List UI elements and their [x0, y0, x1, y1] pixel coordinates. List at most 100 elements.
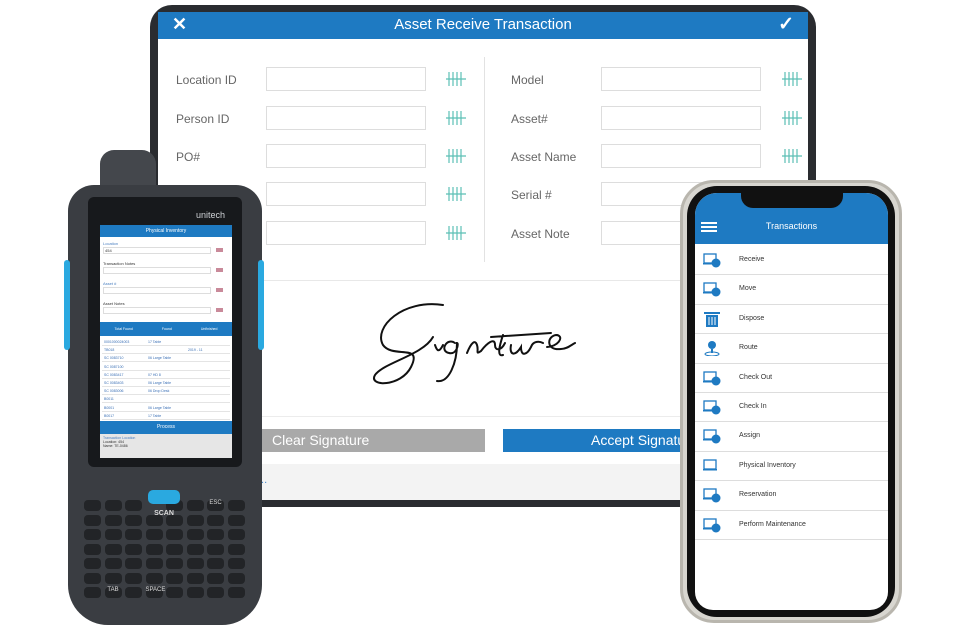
keypad-key[interactable] [104, 500, 122, 511]
barcode-icon[interactable] [782, 149, 802, 163]
keypad-key[interactable] [227, 572, 245, 584]
process-button[interactable]: Process [100, 421, 232, 434]
keypad-key[interactable] [84, 529, 101, 540]
keypad-key[interactable] [104, 558, 122, 569]
keypad-key[interactable] [227, 514, 245, 526]
keypad-key[interactable] [125, 543, 142, 555]
keypad-key[interactable] [207, 558, 224, 569]
keypad-key[interactable] [145, 543, 163, 555]
keypad-key[interactable] [186, 543, 204, 555]
keypad-key[interactable] [125, 500, 142, 511]
scan-trigger-button[interactable] [148, 490, 180, 504]
text-input[interactable] [266, 221, 426, 245]
text-input[interactable] [266, 182, 426, 206]
keypad-key[interactable] [104, 572, 122, 584]
esc-key[interactable]: ESC [207, 500, 224, 511]
keypad-key[interactable] [166, 529, 183, 540]
keypad-key[interactable] [84, 500, 101, 511]
clear-signature-button[interactable]: Clear Signature [260, 429, 485, 452]
barcode-icon[interactable] [446, 226, 466, 240]
keypad-key[interactable] [125, 587, 142, 598]
text-input[interactable] [103, 307, 211, 314]
keypad-key[interactable] [207, 587, 224, 598]
list-item[interactable]: Physical Inventory [695, 452, 888, 482]
text-input[interactable]: 454 [103, 247, 211, 254]
space-key[interactable]: SPACE [145, 587, 165, 598]
table-row[interactable]: TB018 2019 - 11 [102, 346, 230, 355]
table-row[interactable]: SC 0083417 07 HD 8 [102, 371, 230, 379]
text-input[interactable] [601, 67, 761, 91]
keypad-key[interactable] [84, 543, 101, 555]
list-item[interactable]: Assign [695, 422, 888, 452]
barcode-icon[interactable] [216, 288, 223, 292]
tab-key[interactable]: TAB [104, 587, 122, 598]
keypad-key[interactable] [145, 572, 163, 584]
list-item[interactable]: Move [695, 275, 888, 305]
text-input[interactable] [103, 267, 211, 274]
barcode-icon[interactable] [782, 72, 802, 86]
keypad-key[interactable] [227, 558, 245, 569]
keypad-key[interactable] [207, 572, 224, 584]
signature-pad[interactable] [363, 297, 603, 402]
keypad-key[interactable] [227, 500, 245, 511]
keypad-key[interactable] [186, 500, 204, 511]
table-row[interactable]: SC 0083710 06 Large Table [102, 354, 230, 363]
list-item[interactable]: Dispose [695, 305, 888, 335]
text-input[interactable] [266, 144, 426, 168]
keypad-key[interactable] [166, 572, 183, 584]
keypad-key[interactable] [186, 514, 204, 526]
list-item[interactable]: Route [695, 334, 888, 364]
list-item[interactable]: Check In [695, 393, 888, 423]
keypad-key[interactable] [227, 543, 245, 555]
keypad-key[interactable] [166, 587, 183, 598]
text-input[interactable] [266, 106, 426, 130]
keypad-key[interactable] [186, 558, 204, 569]
keypad-key[interactable] [166, 558, 183, 569]
keypad-key[interactable] [145, 558, 163, 569]
text-input[interactable] [601, 144, 761, 168]
table-row[interactable]: SC 0083006 06 Drop Desk [102, 387, 230, 396]
barcode-icon[interactable] [782, 111, 802, 125]
barcode-icon[interactable] [216, 308, 223, 312]
table-row[interactable]: SC 0083403 06 Large Table [102, 379, 230, 387]
table-row[interactable]: B0001 06 Large Table [102, 404, 230, 412]
keypad-key[interactable] [227, 587, 245, 598]
keypad-key[interactable] [84, 514, 101, 526]
keypad-key[interactable] [125, 558, 142, 569]
barcode-icon[interactable] [216, 268, 223, 272]
text-input[interactable] [266, 67, 426, 91]
barcode-icon[interactable] [216, 248, 223, 252]
keypad-key[interactable] [186, 572, 204, 584]
table-row[interactable]: B0011 [102, 395, 230, 404]
text-input[interactable] [103, 287, 211, 294]
text-input[interactable] [601, 106, 761, 130]
keypad-key[interactable] [125, 572, 142, 584]
keypad-key[interactable] [207, 514, 224, 526]
keypad-key[interactable] [166, 543, 183, 555]
keypad-key[interactable] [207, 543, 224, 555]
barcode-icon[interactable] [446, 187, 466, 201]
side-scan-button[interactable] [64, 260, 70, 350]
table-row[interactable]: SC 0087100 [102, 363, 230, 371]
keypad-key[interactable] [104, 529, 122, 540]
checkmark-icon[interactable]: ✓ [778, 13, 794, 36]
keypad-key[interactable] [104, 543, 122, 555]
keypad-key[interactable] [104, 514, 122, 526]
keypad-key[interactable] [84, 572, 101, 584]
list-item[interactable]: Perform Maintenance [695, 511, 888, 540]
keypad-key[interactable] [227, 529, 245, 540]
side-scan-button[interactable] [258, 260, 264, 350]
keypad-key[interactable] [207, 529, 224, 540]
keypad-key[interactable] [125, 529, 142, 540]
barcode-icon[interactable] [446, 149, 466, 163]
list-item[interactable]: Receive [695, 246, 888, 276]
keypad-key[interactable] [186, 587, 204, 598]
keypad-key[interactable] [125, 514, 142, 526]
keypad-key[interactable] [84, 587, 101, 598]
table-row[interactable]: B0017 17 Table [102, 412, 230, 420]
list-item[interactable]: Reservation [695, 481, 888, 511]
table-row[interactable]: 0001000024003 17 Table [102, 338, 230, 346]
barcode-icon[interactable] [446, 111, 466, 125]
keypad-key[interactable] [186, 529, 204, 540]
list-item[interactable]: Check Out [695, 364, 888, 393]
